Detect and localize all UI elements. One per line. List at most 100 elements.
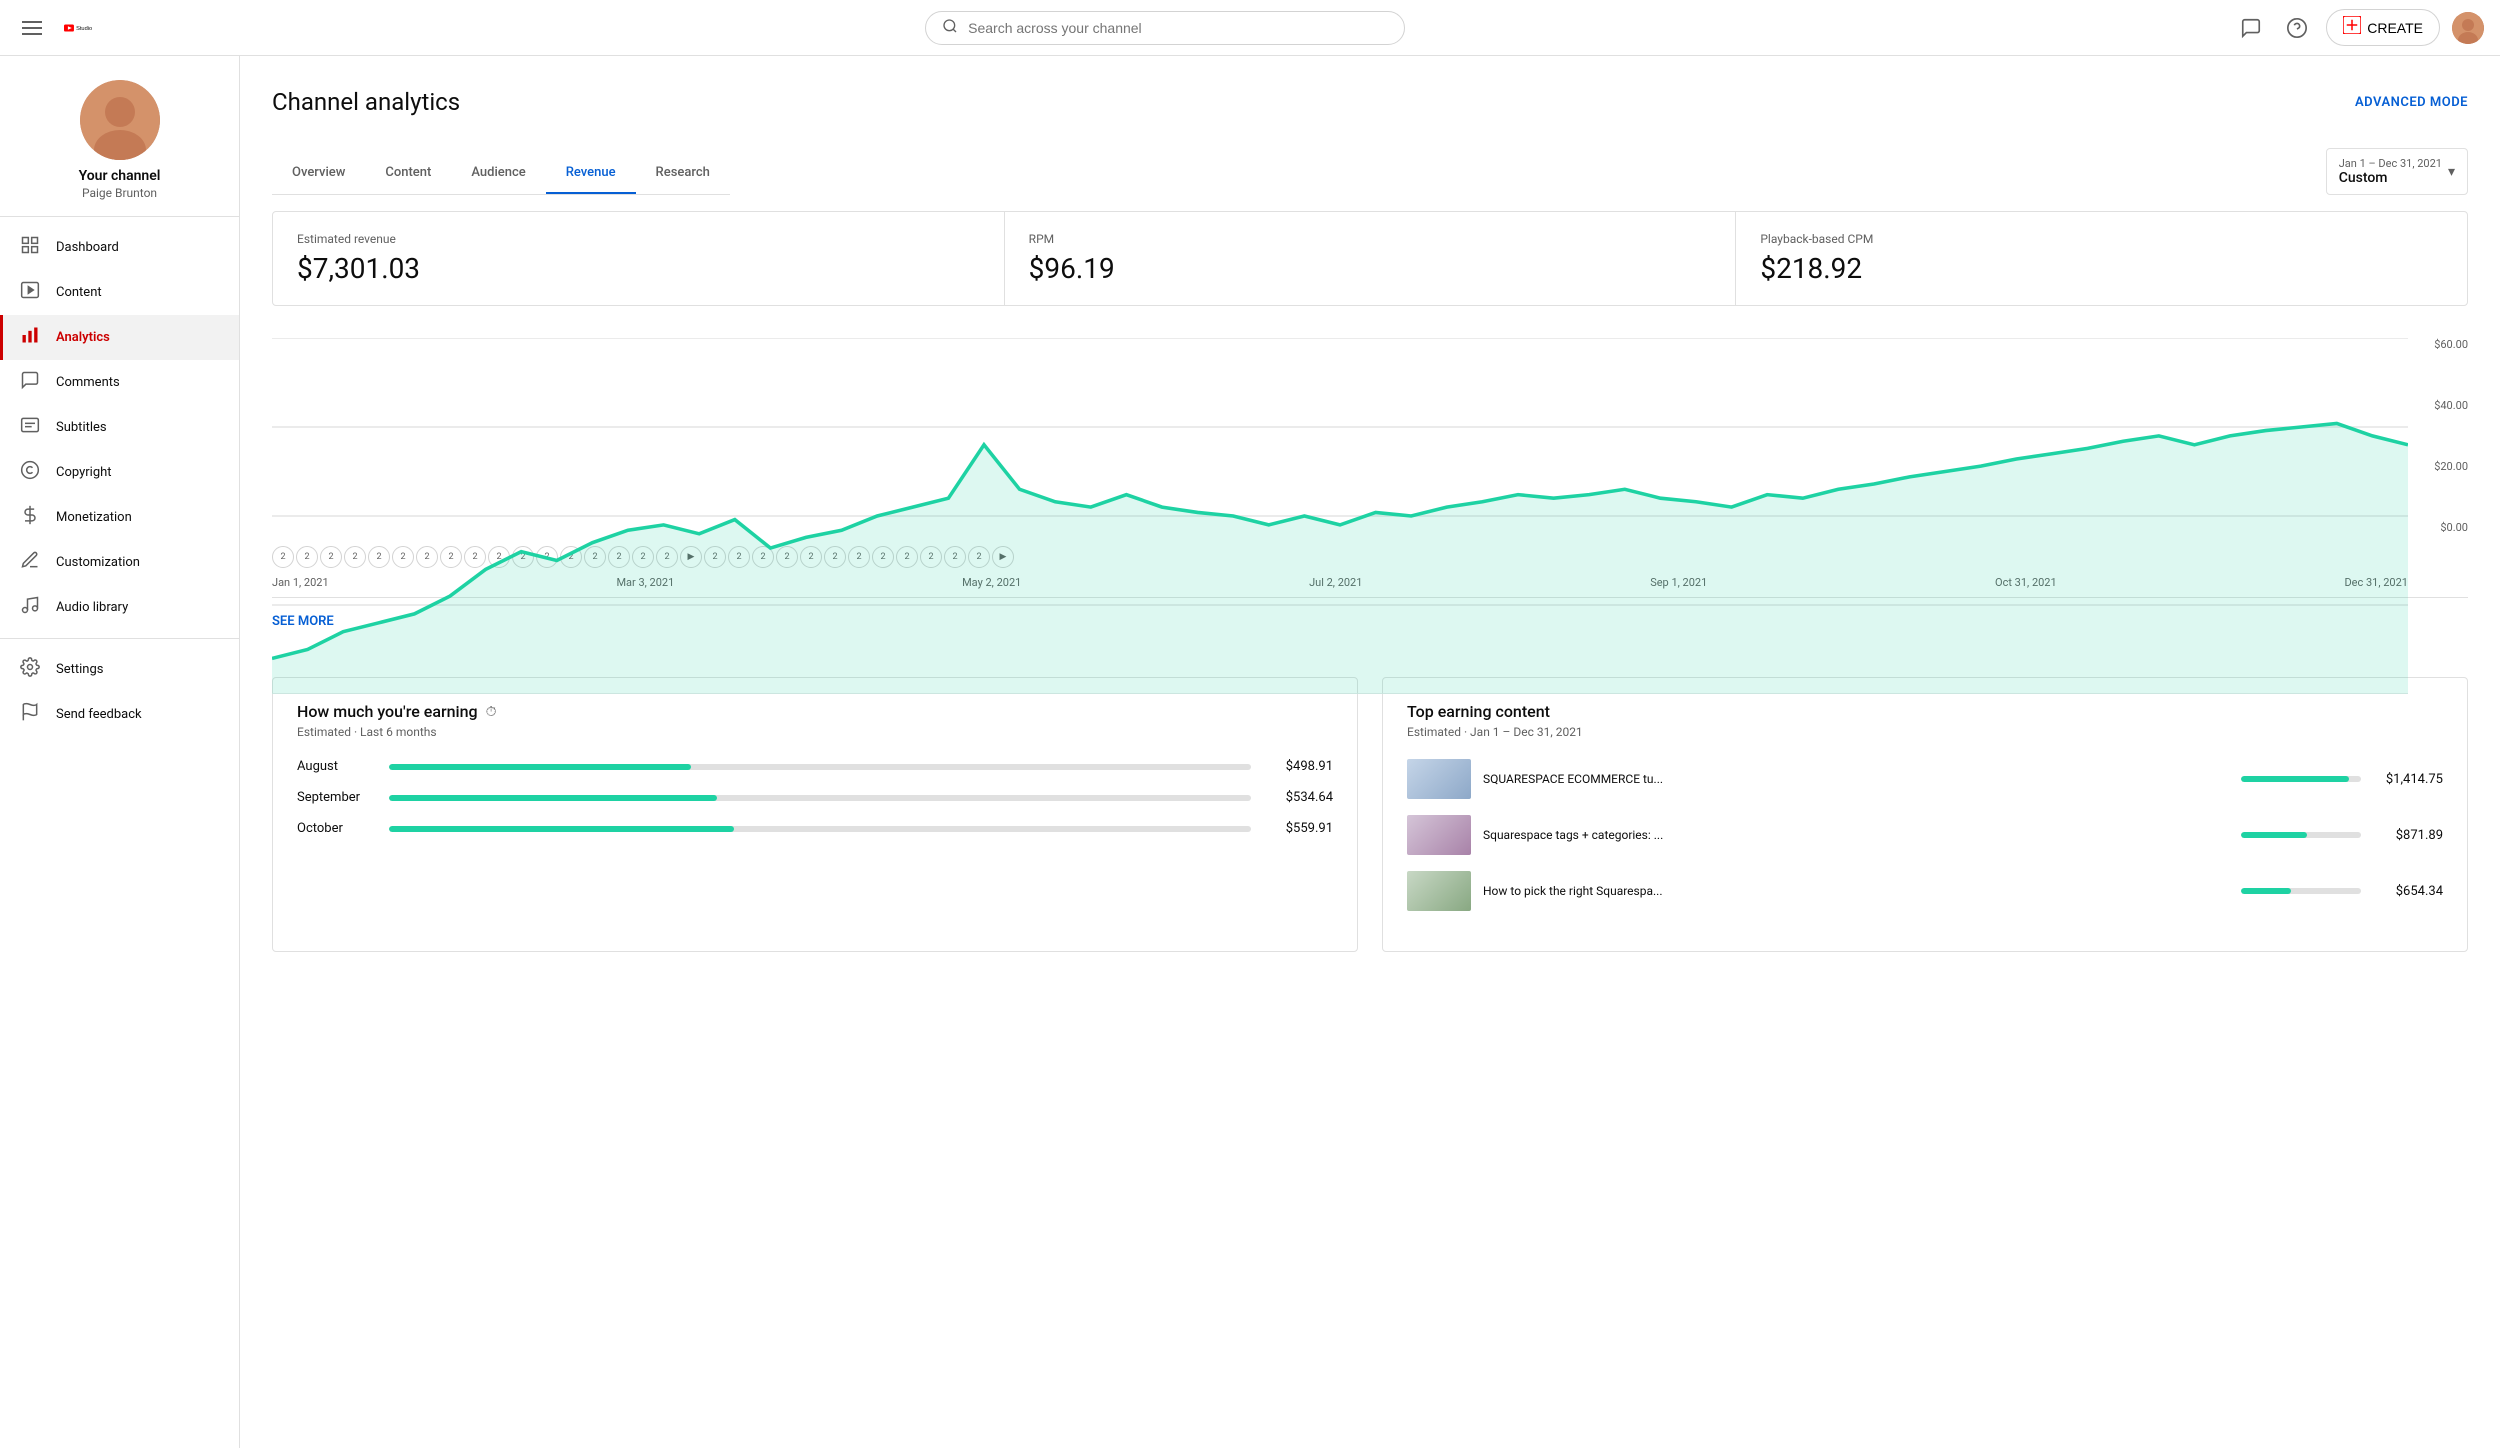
stat-item-estimated-revenue: Estimated revenue $7,301.03 bbox=[273, 212, 1005, 305]
avatar-image bbox=[2452, 12, 2484, 44]
info-icon: ⏱ bbox=[486, 704, 497, 720]
copyright-icon bbox=[20, 460, 40, 485]
sidebar-item-label-settings: Settings bbox=[56, 662, 103, 677]
sidebar-item-send-feedback[interactable]: Send feedback bbox=[0, 692, 239, 737]
channel-avatar bbox=[80, 80, 160, 160]
sidebar-item-label-content: Content bbox=[56, 285, 102, 300]
content-bar-wrap bbox=[2241, 888, 2361, 894]
earning-value: $534.64 bbox=[1263, 790, 1333, 805]
sidebar-item-label-analytics: Analytics bbox=[56, 330, 110, 345]
earning-value: $559.91 bbox=[1263, 821, 1333, 836]
earning-month: October bbox=[297, 821, 377, 836]
help-icon-button[interactable] bbox=[2280, 11, 2314, 45]
sidebar-item-comments[interactable]: Comments bbox=[0, 360, 239, 405]
tab-revenue[interactable]: Revenue bbox=[546, 153, 636, 194]
y-axis-label: $40.00 bbox=[2434, 399, 2468, 412]
header-left: Studio bbox=[16, 15, 96, 41]
date-selector[interactable]: Jan 1 – Dec 31, 2021 Custom ▾ bbox=[2326, 148, 2468, 195]
subtitles-icon bbox=[20, 415, 40, 440]
channel-info: Your channel Paige Brunton bbox=[0, 72, 239, 217]
stat-item-rpm: RPM $96.19 bbox=[1005, 212, 1737, 305]
create-button[interactable]: CREATE bbox=[2326, 9, 2440, 46]
search-icon bbox=[942, 18, 958, 38]
sidebar-item-label-send-feedback: Send feedback bbox=[56, 707, 142, 722]
content-value: $1,414.75 bbox=[2373, 772, 2443, 787]
monetization-icon bbox=[20, 505, 40, 530]
content-bar bbox=[2241, 832, 2307, 838]
sidebar-item-label-copyright: Copyright bbox=[56, 465, 112, 480]
content-value: $654.34 bbox=[2373, 884, 2443, 899]
layout: Your channel Paige Brunton Dashboard Cont… bbox=[0, 0, 2500, 1448]
stat-value: $96.19 bbox=[1029, 252, 1712, 285]
header-right: CREATE bbox=[2234, 9, 2484, 46]
earning-bar bbox=[389, 795, 717, 801]
sidebar-item-dashboard[interactable]: Dashboard bbox=[0, 225, 239, 270]
sidebar-item-label-subtitles: Subtitles bbox=[56, 420, 107, 435]
header-search bbox=[96, 11, 2234, 45]
stat-value: $7,301.03 bbox=[297, 252, 980, 285]
date-selector-inner[interactable]: Jan 1 – Dec 31, 2021 Custom ▾ bbox=[2326, 148, 2468, 195]
logo[interactable]: Studio bbox=[64, 17, 96, 39]
sidebar-item-monetization[interactable]: Monetization bbox=[0, 495, 239, 540]
sidebar-item-settings[interactable]: Settings bbox=[0, 647, 239, 692]
earning-bar bbox=[389, 826, 734, 832]
svg-text:Studio: Studio bbox=[76, 25, 92, 31]
content-thumbnail bbox=[1407, 759, 1471, 799]
y-axis-label: $0.00 bbox=[2440, 521, 2468, 534]
chart-area: $60.00$40.00$20.00$0.00 bbox=[272, 338, 2468, 538]
feedback-icon-button[interactable] bbox=[2234, 11, 2268, 45]
date-selector-content: Jan 1 – Dec 31, 2021 Custom bbox=[2339, 157, 2442, 186]
content-row: Squarespace tags + categories: ... $871.… bbox=[1407, 815, 2443, 855]
channel-name: Your channel bbox=[16, 168, 223, 184]
channel-handle: Paige Brunton bbox=[16, 186, 223, 200]
earning-rows: August $498.91 September $534.64 October… bbox=[297, 759, 1333, 836]
earning-row: August $498.91 bbox=[297, 759, 1333, 774]
avatar[interactable] bbox=[2452, 12, 2484, 44]
content-title: How to pick the right Squarespa... bbox=[1483, 883, 2229, 900]
sidebar-item-subtitles[interactable]: Subtitles bbox=[0, 405, 239, 450]
search-input[interactable] bbox=[968, 20, 1388, 36]
sidebar-item-label-comments: Comments bbox=[56, 375, 120, 390]
earning-card: How much you're earning ⏱ Estimated · La… bbox=[272, 677, 1358, 952]
content-bar-wrap bbox=[2241, 776, 2361, 782]
comments-icon bbox=[20, 370, 40, 395]
page-title: Channel analytics bbox=[272, 88, 460, 116]
nav-main: Dashboard Content Analytics Comments Subtitl… bbox=[0, 225, 239, 630]
top-earning-card-title: Top earning content bbox=[1407, 702, 2443, 721]
header: Studio bbox=[0, 0, 2500, 56]
top-earning-card: Top earning content Estimated · Jan 1 – … bbox=[1382, 677, 2468, 952]
sidebar-item-customization[interactable]: Customization bbox=[0, 540, 239, 585]
tab-content[interactable]: Content bbox=[365, 153, 451, 194]
earning-card-title: How much you're earning ⏱ bbox=[297, 702, 1333, 721]
sidebar-item-content[interactable]: Content bbox=[0, 270, 239, 315]
sidebar-item-analytics[interactable]: Analytics bbox=[0, 315, 239, 360]
analytics-icon bbox=[20, 325, 40, 350]
sidebar-item-label-customization: Customization bbox=[56, 555, 140, 570]
earning-row: September $534.64 bbox=[297, 790, 1333, 805]
date-range-top: Jan 1 – Dec 31, 2021 bbox=[2339, 157, 2442, 170]
sidebar-item-copyright[interactable]: Copyright bbox=[0, 450, 239, 495]
create-plus-icon bbox=[2343, 16, 2361, 39]
search-bar bbox=[925, 11, 1405, 45]
top-earning-card-subtitle: Estimated · Jan 1 – Dec 31, 2021 bbox=[1407, 725, 2443, 739]
send-feedback-icon bbox=[20, 702, 40, 727]
earning-month: August bbox=[297, 759, 377, 774]
earning-bar-wrap bbox=[389, 826, 1251, 832]
menu-button[interactable] bbox=[16, 15, 48, 41]
tab-research[interactable]: Research bbox=[636, 153, 730, 194]
bottom-cards: How much you're earning ⏱ Estimated · La… bbox=[272, 677, 2468, 952]
tab-audience[interactable]: Audience bbox=[451, 153, 545, 194]
tab-overview[interactable]: Overview bbox=[272, 153, 365, 194]
analytics-tabs: OverviewContentAudienceRevenueResearch bbox=[272, 153, 730, 195]
content-icon bbox=[20, 280, 40, 305]
youtube-logo-icon: Studio bbox=[64, 17, 96, 39]
content-row: SQUARESPACE ECOMMERCE tu... $1,414.75 bbox=[1407, 759, 2443, 799]
earning-row: October $559.91 bbox=[297, 821, 1333, 836]
sidebar-item-audio-library[interactable]: Audio library bbox=[0, 585, 239, 630]
stat-item-playback-based-cpm: Playback-based CPM $218.92 bbox=[1736, 212, 2467, 305]
content-bar bbox=[2241, 776, 2349, 782]
page-header: Channel analytics ADVANCED MODE bbox=[272, 88, 2468, 116]
audio-library-icon bbox=[20, 595, 40, 620]
advanced-mode-link[interactable]: ADVANCED MODE bbox=[2355, 95, 2468, 110]
earning-card-subtitle: Estimated · Last 6 months bbox=[297, 725, 1333, 739]
